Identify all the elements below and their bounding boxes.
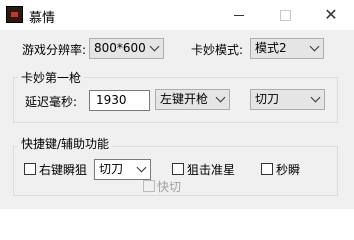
hotkey-group-title: 快捷键/辅助功能 — [18, 135, 113, 152]
minimize-button[interactable] — [216, 0, 262, 30]
chevron-down-icon — [310, 92, 321, 103]
chevron-down-icon — [149, 41, 160, 52]
delay-value: 1930 — [96, 93, 127, 107]
right-snipe-label: 右键瞬狙 — [39, 163, 88, 177]
close-icon: ✕ — [324, 5, 338, 24]
window-title: 慕情 — [29, 11, 56, 26]
resolution-value: 800*600 — [94, 41, 146, 55]
delay-input[interactable]: 1930 — [89, 90, 150, 111]
app-icon — [6, 6, 23, 23]
instant-scope-label: 秒瞬 — [276, 163, 301, 177]
action-value: 切刀 — [255, 92, 280, 106]
delay-label: 延迟毫秒: — [25, 95, 78, 109]
mode-value: 模式2 — [255, 41, 287, 55]
right-snipe-checkbox[interactable] — [24, 163, 36, 175]
resolution-label: 游戏分辨率: — [22, 43, 87, 57]
chevron-down-icon — [136, 162, 147, 173]
first-shot-group-title: 卡妙第一枪 — [18, 69, 85, 86]
resolution-select[interactable]: 800*600 — [89, 38, 164, 59]
right-snipe-action-value: 切刀 — [99, 162, 124, 176]
quick-cut-label: 快切 — [157, 180, 182, 194]
instant-scope-checkbox[interactable] — [261, 163, 273, 175]
sniper-crosshair-label: 狙击准星 — [187, 163, 236, 177]
quick-cut-checkbox — [143, 180, 155, 192]
maximize-icon — [280, 10, 291, 21]
mode-label: 卡妙模式: — [191, 43, 244, 57]
right-snipe-action-select[interactable]: 切刀 — [94, 159, 151, 180]
trigger-value: 左键开枪 — [160, 92, 209, 106]
main-window: 慕情 ✕ 游戏分辨率: 800*600 卡妙模式: 模式2 卡妙第一枪 延迟毫秒… — [0, 0, 354, 209]
chevron-down-icon — [215, 92, 226, 103]
title-bar: 慕情 ✕ — [0, 0, 354, 30]
trigger-select[interactable]: 左键开枪 — [155, 89, 230, 110]
sniper-crosshair-checkbox[interactable] — [172, 163, 184, 175]
action-select[interactable]: 切刀 — [250, 89, 325, 110]
chevron-down-icon — [309, 41, 320, 52]
minimize-icon — [234, 15, 244, 16]
maximize-button — [262, 0, 308, 30]
mode-select[interactable]: 模式2 — [250, 38, 324, 59]
close-button[interactable]: ✕ — [308, 0, 354, 30]
